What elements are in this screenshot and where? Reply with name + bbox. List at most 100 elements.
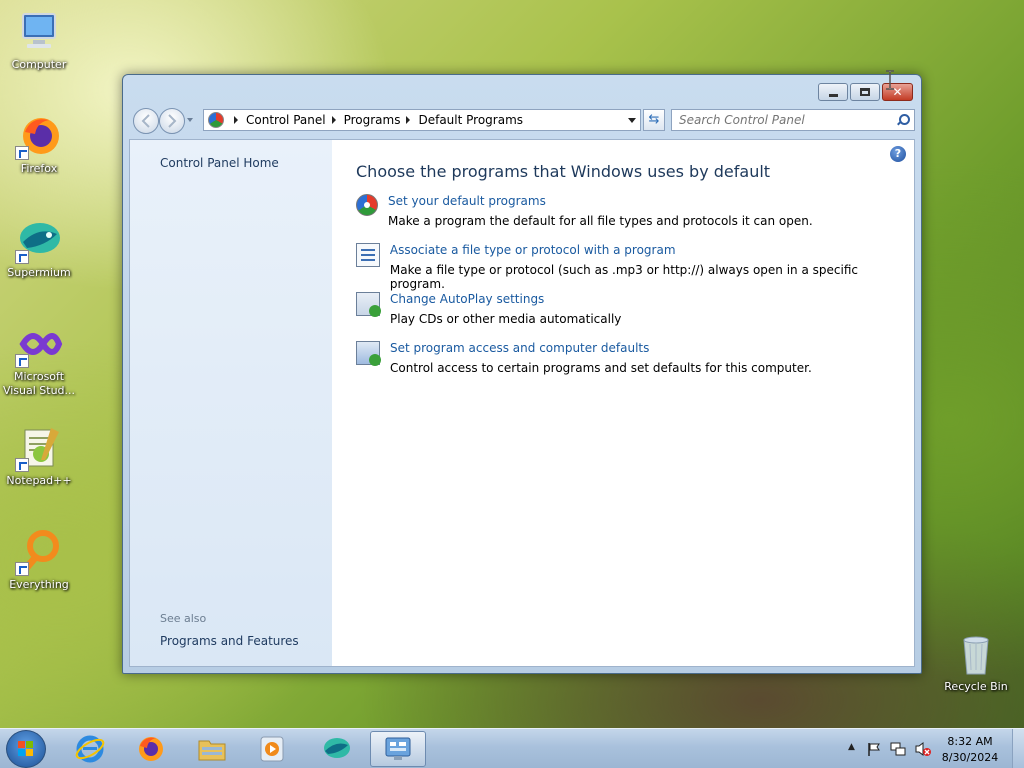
- breadcrumb-default-programs[interactable]: Default Programs: [418, 113, 523, 127]
- set-default-programs-link[interactable]: Set your default programs: [388, 194, 813, 208]
- associate-file-type-link[interactable]: Associate a file type or protocol with a…: [390, 243, 914, 257]
- recent-pages-dropdown-icon[interactable]: [187, 118, 193, 122]
- chevron-down-icon: [628, 117, 636, 123]
- start-button[interactable]: [6, 730, 46, 768]
- breadcrumb-control-panel[interactable]: Control Panel: [246, 113, 326, 127]
- see-also-heading: See also: [160, 612, 207, 625]
- desktop-icon-recycle-bin[interactable]: Recycle Bin: [937, 630, 1015, 694]
- clock[interactable]: 8:32 AM 8/30/2024: [938, 734, 1002, 766]
- forward-button[interactable]: [159, 108, 185, 134]
- clock-time: 8:32 AM: [947, 735, 993, 748]
- volume-muted-icon[interactable]: [914, 741, 932, 757]
- task-description: Play CDs or other media automatically: [390, 312, 622, 326]
- control-panel-window: ✕ Control Panel Programs Default Program…: [122, 74, 922, 674]
- task-description: Make a file type or protocol (such as .m…: [389, 263, 858, 291]
- firefox-icon: [15, 112, 63, 160]
- media-player-icon: [260, 736, 284, 762]
- taskbar-file-explorer[interactable]: [184, 731, 240, 767]
- firefox-icon: [139, 737, 163, 761]
- breadcrumb-separator-icon[interactable]: [406, 116, 411, 124]
- taskbar-media-player[interactable]: [244, 731, 300, 767]
- window-controls: ✕: [816, 83, 913, 101]
- network-icon[interactable]: [890, 741, 906, 757]
- control-panel-icon: [208, 112, 224, 128]
- shortcut-arrow-icon: [15, 250, 29, 264]
- default-programs-icon: [356, 194, 378, 216]
- search-icon[interactable]: [897, 114, 910, 126]
- task-description: Control access to certain programs and s…: [390, 361, 812, 375]
- desktop-icon-label: Supermium: [7, 266, 71, 279]
- desktop-icon-notepadpp[interactable]: Notepad++: [0, 424, 78, 488]
- breadcrumb-separator-icon[interactable]: [234, 116, 238, 124]
- address-bar[interactable]: Control Panel Programs Default Programs: [203, 109, 641, 131]
- back-button[interactable]: [133, 108, 159, 134]
- desktop-icon-label: Computer: [11, 58, 67, 71]
- desktop-icon-label: Notepad++: [6, 474, 72, 487]
- notepadpp-icon: [15, 424, 63, 472]
- shortcut-arrow-icon: [15, 458, 29, 472]
- back-arrow-icon: [141, 114, 150, 128]
- action-center-flag-icon[interactable]: [866, 741, 882, 757]
- maximize-icon: [860, 88, 870, 96]
- task-set-default-programs: Set your default programs Make a program…: [356, 194, 813, 228]
- search-box[interactable]: [671, 109, 915, 131]
- desktop-icon-firefox[interactable]: Firefox: [0, 112, 78, 176]
- file-association-icon: [356, 243, 380, 267]
- taskbar: ▲ 8:32 AM 8/30/2024: [0, 728, 1024, 768]
- clock-date: 8/30/2024: [941, 751, 999, 764]
- taskbar-control-panel[interactable]: [370, 731, 426, 767]
- control-panel-icon: [385, 737, 411, 760]
- desktop-icon-computer[interactable]: Computer: [0, 8, 78, 72]
- desktop-icon-supermium[interactable]: Supermium: [0, 216, 78, 280]
- task-description: Make a program the default for all file …: [388, 214, 813, 228]
- back-forward-group: [131, 108, 195, 134]
- taskbar-internet-explorer[interactable]: [62, 731, 118, 767]
- taskbar-firefox[interactable]: [122, 731, 178, 767]
- desktop-icon-visual-studio[interactable]: Microsoft Visual Stud...: [0, 320, 78, 398]
- change-autoplay-link[interactable]: Change AutoPlay settings: [390, 292, 621, 306]
- show-desktop-button[interactable]: [1012, 729, 1024, 768]
- content-area: Control Panel Home See also Programs and…: [129, 139, 915, 667]
- supermium-icon: [324, 738, 350, 758]
- internet-explorer-icon: [75, 735, 105, 763]
- system-tray: ▲ 8:32 AM 8/30/2024: [844, 729, 1024, 768]
- programs-and-features-link[interactable]: Programs and Features: [160, 634, 299, 648]
- program-access-link[interactable]: Set program access and computer defaults: [390, 341, 812, 355]
- refresh-button[interactable]: ⇆: [643, 109, 665, 131]
- text-cursor-icon: [886, 70, 894, 90]
- windows-logo-icon: [18, 741, 34, 757]
- taskbar-supermium[interactable]: [308, 731, 364, 767]
- program-access-icon: [356, 341, 381, 366]
- shortcut-arrow-icon: [15, 146, 29, 160]
- shortcut-arrow-icon: [15, 562, 29, 576]
- title-bar[interactable]: ✕: [123, 75, 921, 105]
- autoplay-icon: [356, 292, 381, 317]
- desktop-icon-label: Everything: [9, 578, 69, 591]
- desktop-icon-label: Recycle Bin: [944, 680, 1008, 693]
- main-pane: Choose the programs that Windows uses by…: [356, 140, 914, 666]
- page-title: Choose the programs that Windows uses by…: [356, 162, 771, 181]
- folder-icon: [198, 740, 226, 761]
- desktop-icon-everything[interactable]: Everything: [0, 528, 78, 592]
- maximize-button[interactable]: [850, 83, 880, 101]
- desktop-icon-label: Firefox: [20, 162, 58, 175]
- breadcrumb-programs[interactable]: Programs: [344, 113, 401, 127]
- supermium-icon: [15, 216, 63, 264]
- show-hidden-icons-button[interactable]: ▲: [848, 742, 855, 752]
- minimize-button[interactable]: [818, 83, 848, 101]
- left-pane: Control Panel Home See also Programs and…: [130, 140, 332, 666]
- address-dropdown-button[interactable]: [624, 110, 640, 130]
- refresh-icon: ⇆: [648, 112, 660, 127]
- minimize-icon: [828, 93, 838, 97]
- task-associate-file-type: Associate a file type or protocol with a…: [356, 243, 914, 291]
- computer-icon: [15, 8, 63, 56]
- recycle-bin-icon: [952, 630, 1000, 678]
- navigation-bar: Control Panel Programs Default Programs …: [131, 108, 915, 134]
- breadcrumb-separator-icon[interactable]: [331, 116, 336, 124]
- forward-arrow-icon: [168, 114, 177, 128]
- search-input[interactable]: [679, 113, 879, 127]
- task-program-access: Set program access and computer defaults…: [356, 341, 812, 375]
- desktop-icon-label: Microsoft Visual Stud...: [2, 370, 76, 397]
- control-panel-home-link[interactable]: Control Panel Home: [160, 156, 279, 170]
- everything-search-icon: [15, 528, 63, 576]
